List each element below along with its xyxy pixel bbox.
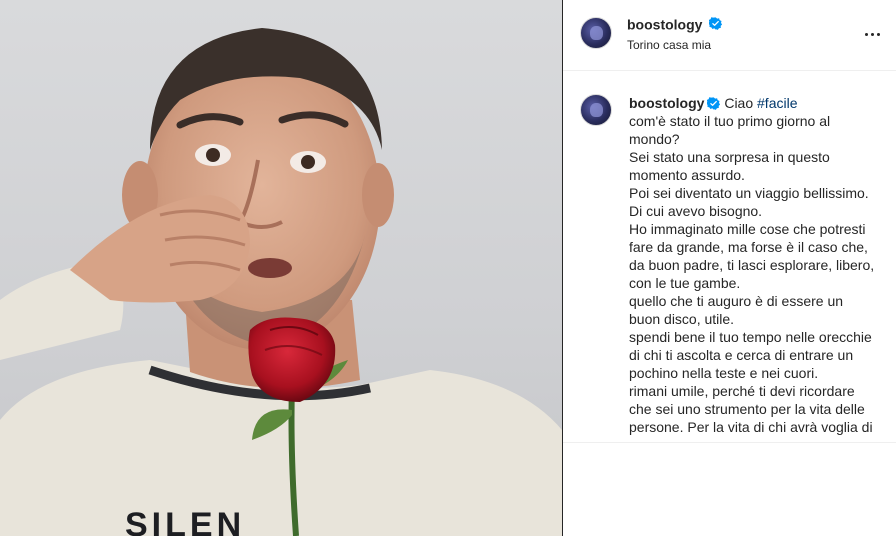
caption-line: buon disco, utile.	[629, 311, 735, 327]
caption-line: quello che ti auguro è di essere un	[629, 293, 844, 309]
caption-line: con le tue gambe.	[629, 275, 741, 291]
caption-line: che sei uno strumento per la vita delle	[629, 401, 865, 417]
verified-badge-icon	[709, 17, 723, 30]
caption-line: persone. Per la vita di chi avrà voglia …	[629, 419, 873, 435]
hashtag-link[interactable]: #facile	[757, 95, 797, 111]
caption-line: Di cui avevo bisogno.	[629, 203, 763, 219]
caption-line: da buon padre, ti lasci esplorare, liber…	[629, 257, 875, 273]
post-location[interactable]: Torino casa mia	[627, 38, 711, 52]
verified-badge-icon	[707, 97, 721, 110]
photo-illustration: SILEN	[0, 28, 562, 536]
header-username-row: boostology	[627, 15, 723, 32]
caption-username[interactable]: boostology	[629, 95, 704, 111]
caption-line: rimani umile, perché ti devi ricordare	[629, 383, 855, 399]
profile-avatar[interactable]	[580, 17, 612, 49]
caption-line: momento assurdo.	[629, 167, 745, 183]
caption-first-line: boostology Ciao #facile	[629, 94, 887, 112]
caption-opening: Ciao	[724, 95, 754, 111]
caption-line: com'è stato il tuo primo giorno al	[629, 113, 831, 129]
more-options-icon[interactable]	[862, 24, 882, 44]
sweater-text: SILEN	[125, 506, 245, 536]
caption-line: mondo?	[629, 131, 680, 147]
caption-section: boostology Ciao #facile com'è stato il t…	[563, 72, 896, 443]
post-caption: boostology Ciao #facile com'è stato il t…	[629, 94, 887, 436]
more-dot	[870, 32, 874, 36]
caption-avatar[interactable]	[580, 94, 612, 126]
post-side-panel: boostology Torino casa mia boostology Ci…	[563, 0, 896, 536]
caption-line: Ho immaginato mille cose che potresti	[629, 221, 866, 237]
post-photo[interactable]: SILEN	[0, 0, 562, 536]
caption-line: Poi sei diventato un viaggio bellissimo.	[629, 185, 869, 201]
caption-line: di chi ti ascolta e cerca di entrare un	[629, 347, 854, 363]
more-dot	[876, 32, 880, 36]
caption-line: spendi bene il tuo tempo nelle orecchie	[629, 329, 872, 345]
more-dot	[864, 32, 868, 36]
caption-line: fare da grande, ma forse è il caso che,	[629, 239, 868, 255]
instagram-post: SILEN boostology Torino casa mia boostol…	[0, 0, 896, 536]
post-header: boostology Torino casa mia	[563, 0, 896, 71]
caption-line: pochino nella teste e nei cuori.	[629, 365, 819, 381]
header-username[interactable]: boostology	[627, 16, 702, 32]
caption-line: Sei stato una sorpresa in questo	[629, 149, 830, 165]
